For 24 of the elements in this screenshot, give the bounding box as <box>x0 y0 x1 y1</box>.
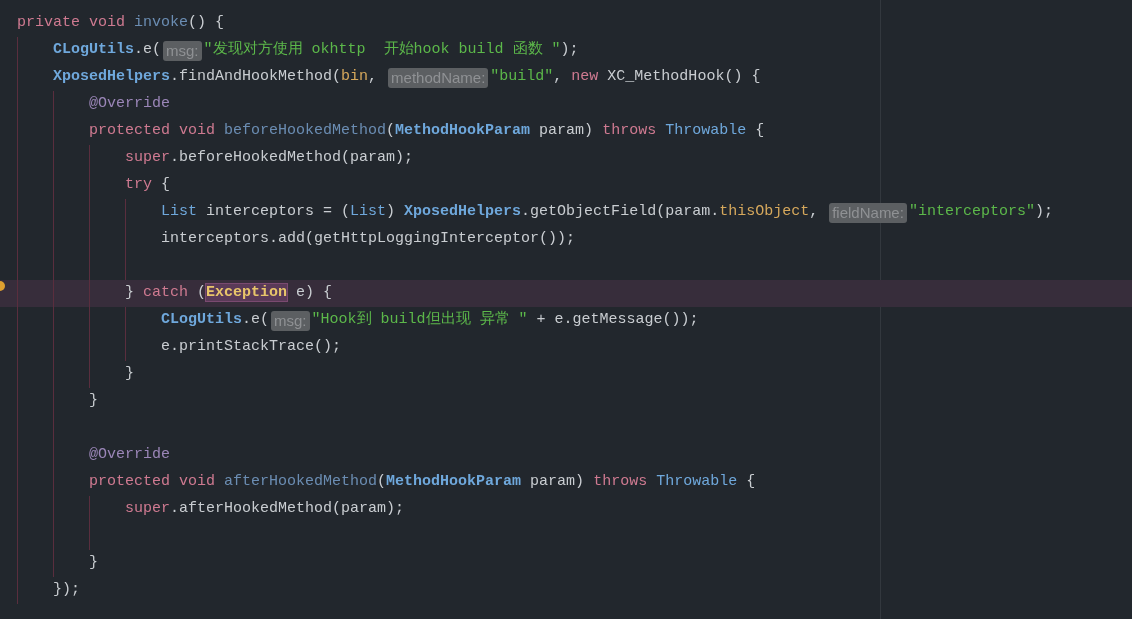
code-text: } <box>89 391 98 412</box>
code-text: try { <box>125 175 171 196</box>
code-text: interceptors.add(getHttpLoggingInterceptor()); <box>161 229 576 250</box>
code-text: CLogUtils.e( <box>161 310 270 331</box>
code-text: protected void beforeHookedMethod(MethodHookParam param) throws Throwable { <box>89 121 765 142</box>
code-text: CLogUtils.e( <box>53 40 162 61</box>
code-text: @Override <box>89 94 170 115</box>
code-text: }); <box>53 580 80 601</box>
code-text: protected void afterHookedMethod(MethodHookParam param) throws Throwable { <box>89 472 756 493</box>
code-text: List interceptors = (List) XposedHelpers.getObjectField(param.thisObject, <box>161 202 820 223</box>
code-text: @Override <box>89 445 170 466</box>
lightbulb-icon[interactable] <box>0 281 5 291</box>
code-text: e.printStackTrace(); <box>161 337 342 358</box>
code-text: } <box>125 364 134 385</box>
code-text: "build", new XC_MethodHook() { <box>490 67 761 88</box>
code-text: private void invoke() { <box>17 13 225 34</box>
code-text: "interceptors"); <box>908 202 1053 223</box>
code-text: super.afterHookedMethod(param); <box>125 499 405 520</box>
code-text: "发现对方使用 okhttp 开始hook build 函数 "); <box>203 39 579 61</box>
code-text: "Hook到 build但出现 异常 " + e.getMessage()); <box>311 309 699 331</box>
code-text: } catch (Exception e) { <box>125 283 333 304</box>
code-text: } <box>89 553 98 574</box>
code-text: XposedHelpers.findAndHookMethod(bin, <box>53 67 379 88</box>
code-text: super.beforeHookedMethod(param); <box>125 148 414 169</box>
